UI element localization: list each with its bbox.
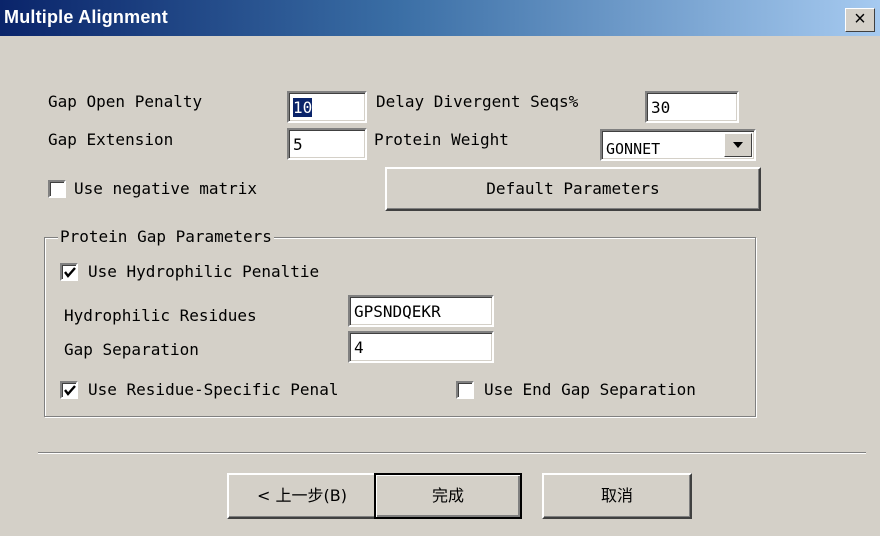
hydrophilic-residues-value: GPSNDQEKR — [354, 302, 441, 321]
gap-extension-value: 5 — [293, 135, 303, 154]
dialog-body: Gap Open Penalty 10 Delay Divergent Seqs… — [0, 36, 880, 536]
gap-separation-input[interactable]: 4 — [348, 331, 494, 363]
protein-weight-value: GONNET — [606, 140, 661, 158]
gap-separation-label: Gap Separation — [64, 340, 199, 359]
hydrophilic-residues-label: Hydrophilic Residues — [64, 306, 257, 325]
protein-gap-group-title: Protein Gap Parameters — [58, 227, 274, 246]
checkmark-icon — [64, 267, 76, 278]
default-parameters-button[interactable]: Default Parameters — [385, 167, 761, 211]
delay-divergent-value: 30 — [651, 98, 671, 117]
use-negative-matrix-checkbox[interactable] — [48, 180, 66, 198]
close-button[interactable]: × — [845, 8, 875, 32]
use-hydrophilic-label: Use Hydrophilic Penaltie — [88, 262, 320, 281]
chevron-down-icon — [733, 142, 743, 148]
window-title: Multiple Alignment — [4, 7, 168, 27]
use-negative-matrix-label: Use negative matrix — [74, 179, 258, 198]
gap-separation-value: 4 — [354, 338, 364, 357]
gap-extension-input[interactable]: 5 — [287, 128, 367, 160]
gap-open-penalty-label: Gap Open Penalty — [48, 92, 203, 111]
cancel-button-label: 取消 — [600, 486, 633, 505]
gap-open-penalty-value: 10 — [293, 98, 313, 117]
protein-weight-label: Protein Weight — [374, 130, 509, 149]
hydrophilic-residues-input[interactable]: GPSNDQEKR — [348, 295, 494, 327]
finish-button-label: 完成 — [431, 486, 464, 505]
delay-divergent-label: Delay Divergent Seqs% — [376, 92, 579, 111]
dropdown-arrow-button[interactable] — [724, 133, 752, 157]
use-residue-specific-checkbox[interactable] — [60, 381, 78, 399]
use-end-gap-label: Use End Gap Separation — [484, 380, 696, 399]
back-button-label: < 上一步(B) — [257, 486, 347, 505]
use-residue-specific-label: Use Residue-Specific Penal — [88, 380, 339, 399]
back-button[interactable]: < 上一步(B) — [227, 473, 377, 519]
gap-extension-label: Gap Extension — [48, 130, 174, 149]
footer-separator — [38, 452, 866, 454]
checkmark-icon — [64, 385, 76, 396]
cancel-button[interactable]: 取消 — [542, 473, 692, 519]
title-bar: Multiple Alignment × — [0, 0, 880, 36]
delay-divergent-input[interactable]: 30 — [645, 91, 739, 123]
use-hydrophilic-checkbox[interactable] — [60, 263, 78, 281]
finish-button[interactable]: 完成 — [374, 473, 522, 519]
close-icon: × — [854, 8, 866, 30]
default-parameters-label: Default Parameters — [486, 179, 660, 198]
use-end-gap-checkbox[interactable] — [456, 381, 474, 399]
gap-open-penalty-input[interactable]: 10 — [287, 91, 367, 123]
protein-weight-select[interactable]: GONNET — [600, 129, 756, 161]
